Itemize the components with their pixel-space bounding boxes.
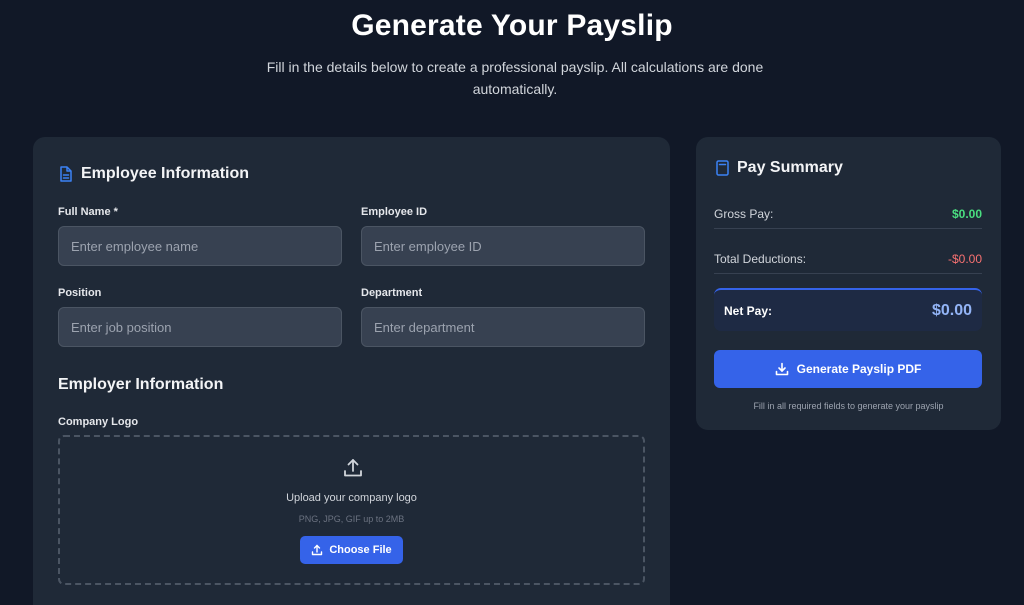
download-icon	[775, 362, 789, 376]
gross-pay-value: $0.00	[951, 206, 982, 221]
upload-hint: PNG, JPG, GIF up to 2MB	[298, 514, 405, 524]
department-label: Department	[361, 287, 423, 299]
employer-section-header: Employer Information	[58, 376, 223, 394]
total-deductions-row: Total Deductions: -$0.00	[714, 244, 982, 274]
total-deductions-value: -$0.00	[947, 251, 982, 266]
department-input[interactable]	[361, 307, 645, 347]
full-name-label: Full Name *	[58, 206, 118, 218]
net-pay-value: $0.00	[931, 301, 972, 319]
employee-id-label: Employee ID	[361, 206, 428, 218]
choose-file-label: Choose File	[329, 544, 392, 556]
position-label: Position	[58, 287, 102, 299]
generate-payslip-label: Generate Payslip PDF	[796, 362, 922, 376]
total-deductions-label: Total Deductions:	[714, 251, 807, 266]
employee-section-header: Employee Information	[59, 165, 249, 183]
company-logo-label: Company Logo	[58, 416, 139, 428]
page-title: Generate Your Payslip	[351, 9, 673, 42]
form-card: Employee Information Full Name * Employe…	[33, 137, 670, 605]
net-pay-label: Net Pay:	[724, 303, 773, 318]
employee-section-title: Employee Information	[81, 165, 250, 182]
net-pay-box: Net Pay: $0.00	[714, 288, 982, 331]
document-icon	[59, 166, 73, 182]
generate-payslip-button[interactable]: Generate Payslip PDF	[714, 350, 982, 388]
position-input[interactable]	[58, 307, 342, 347]
employee-id-input[interactable]	[361, 226, 645, 266]
pay-summary-card: Pay Summary Gross Pay: $0.00 Total Deduc…	[696, 137, 1001, 430]
page-subtitle: Fill in the details below to create a pr…	[266, 59, 764, 97]
gross-pay-row: Gross Pay: $0.00	[714, 199, 982, 229]
summary-section-header: Pay Summary	[716, 159, 843, 177]
employer-section-title: Employer Information	[58, 376, 224, 393]
choose-file-button[interactable]: Choose File	[300, 536, 403, 564]
payslip-page: Generate Your Payslip Fill in the detail…	[0, 0, 1024, 605]
calculator-icon	[716, 160, 729, 176]
logo-dropzone[interactable]: Upload your company logo PNG, JPG, GIF u…	[58, 435, 645, 585]
generate-hint: Fill in all required fields to generate …	[753, 401, 944, 411]
gross-pay-label: Gross Pay:	[714, 206, 774, 221]
upload-icon	[311, 544, 323, 556]
upload-icon	[342, 457, 364, 479]
full-name-input[interactable]	[58, 226, 342, 266]
upload-text: Upload your company logo	[286, 492, 417, 504]
summary-title: Pay Summary	[737, 159, 843, 176]
